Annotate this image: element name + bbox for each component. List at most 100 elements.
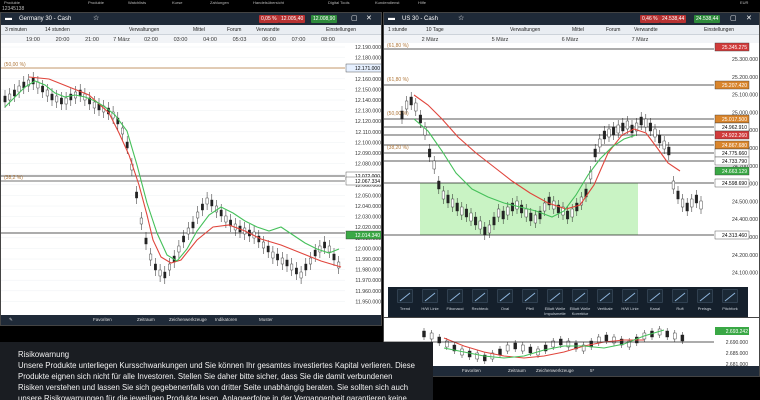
candle [422,330,426,338]
candle [505,344,510,352]
candle [309,257,312,265]
drawing-tool-12[interactable]: Preisgs. [694,287,716,317]
y-tick-label: 12.030.000 [355,215,381,221]
candle [441,190,445,200]
candle [295,267,298,275]
x-tick-label: 06:00 [262,37,276,43]
panel-footer: ✎ Favoriten Zeitraum Zeichenwerkzeuge In… [1,315,381,325]
footer-favoriten[interactable]: Favoriten [462,366,481,376]
timeframe-select[interactable]: 1 stunde [388,25,407,35]
candle [699,200,703,210]
footer-muster[interactable]: Muster [259,315,273,325]
drawing-tool-icon [497,289,513,303]
tool-verwaltungen[interactable]: Verwaltungen [129,25,159,35]
y-tick-label: 11.980.000 [355,268,381,274]
sell-button[interactable]: 12.005,40 [279,15,306,23]
candle [676,190,680,200]
price-tag-label: 12.171.000 [355,66,380,72]
candle [69,93,73,101]
buy-button[interactable]: 24.538,44 [694,15,721,23]
range-select[interactable]: 14 stunden [45,25,70,35]
fib-label: (50,00 %) [387,111,409,117]
drawing-tool-1[interactable]: H/W Linie [419,287,441,317]
flag-de-icon: ▬ [5,15,12,22]
candle [680,334,685,342]
drawing-tool-11[interactable]: Ruft [669,287,691,317]
candle [418,114,422,124]
candle [681,198,685,208]
tool-forum[interactable]: Forum [227,25,241,35]
footer-indikatoren[interactable]: Indikatoren [215,315,237,325]
drawing-tool-icon [722,289,738,303]
candle [446,194,450,204]
footer-favoriten[interactable]: Favoriten [93,315,112,325]
footer-zoom[interactable]: 5* [590,366,594,376]
pencil-icon[interactable]: ✎ [9,315,13,325]
settings-button[interactable]: Einstellungen [326,25,356,35]
footer-zeitraum[interactable]: Zeitraum [137,315,155,325]
range-select[interactable]: 10 Tage [426,25,444,35]
tool-mittel[interactable]: Mittel [193,25,205,35]
drawing-tool-3[interactable]: Rechteck [469,287,491,317]
y-tick-label: 2.693.242 [726,329,748,335]
y-tick-label: 12.190.000 [355,45,381,51]
candle [483,226,487,236]
change-badge: 0,46 % [640,15,660,23]
fib-label: (38,20 %) [387,145,409,151]
tool-verwandte[interactable]: Verwandte [256,25,280,35]
maximize-icon[interactable]: ▢ [730,13,737,25]
drawing-tool-5[interactable]: Pfeil [519,287,541,317]
drawing-tools-bar: Trend H/W Linie Fibonacci Rechteck Oval Pfeil… [388,287,748,317]
us30-candlestick-chart[interactable]: 2 März 5 März 6 März 7 März (61,80 %) (61,80… [384,35,760,288]
maximize-icon[interactable]: ▢ [351,13,358,25]
candle [121,127,124,135]
candle [205,197,209,205]
y-tick-label: 12.130.000 [355,109,381,115]
footer-zeichenwerkzeuge[interactable]: Zeichenwerkzeuge [169,315,207,325]
candle [467,350,472,358]
drawing-tool-13[interactable]: Pitchfork [719,287,741,317]
drawing-tool-9[interactable]: H/W Linie [619,287,641,317]
settings-button[interactable]: Einstellungen [704,25,734,35]
candle [616,124,620,134]
sell-button[interactable]: 24.538,44 [660,15,687,23]
candle [501,210,505,220]
tool-verwandte[interactable]: Verwandte [634,25,658,35]
drawing-tool-10[interactable]: Kanal [644,287,666,317]
drawing-tool-2[interactable]: Fibonacci [444,287,466,317]
close-icon[interactable]: ✕ [366,13,372,25]
x-tick-label: 20:00 [56,37,70,43]
germany30-candlestick-chart[interactable]: 19:00 20:00 21:00 7 März 02:00 03:00 04:00 05:0… [1,35,382,316]
tool-verwaltungen[interactable]: Verwaltungen [510,25,540,35]
buy-button[interactable]: 12.008,90 [311,15,338,23]
drawing-tool-4[interactable]: Oval [494,287,516,317]
candle [658,134,662,144]
star-icon[interactable]: ☆ [93,13,99,25]
tool-mittel[interactable]: Mittel [572,25,584,35]
price-tag-label: 24.922.260 [722,133,747,139]
close-icon[interactable]: ✕ [746,13,752,25]
y-tick-label: 2.690.000 [726,340,748,346]
candle [492,216,496,226]
tool-forum[interactable]: Forum [606,25,620,35]
drawing-tool-7[interactable]: Elliott Welle Korrektur [569,287,591,317]
drawing-tool-icon [622,289,638,303]
fib-label: (38,2 %) [4,175,23,181]
candle [665,330,669,338]
footer-zeitraum[interactable]: Zeitraum [508,366,526,376]
candle [55,95,59,103]
drawing-tool-0[interactable]: Trend [394,287,416,317]
y-tick-label: 11.960.000 [355,289,381,295]
mini-candlestick-chart[interactable]: 2.693.2422.690.0002.685.0002.681.000 [384,318,760,368]
drawing-tool-8[interactable]: Vertikale [594,287,616,317]
candle [432,160,436,170]
footer-zeichenwerkzeuge[interactable]: Zeichenwerkzeuge [536,366,574,376]
timeframe-select[interactable]: 3 minuten [5,25,27,35]
candle [570,208,574,218]
x-tick-label: 02:00 [144,37,158,43]
candle [262,241,265,249]
x-tick-label: 19:00 [26,37,40,43]
star-icon[interactable]: ☆ [458,13,464,25]
drawing-tool-6[interactable]: Elliott Welle Impulsmetle [544,287,566,317]
candle [593,148,597,158]
